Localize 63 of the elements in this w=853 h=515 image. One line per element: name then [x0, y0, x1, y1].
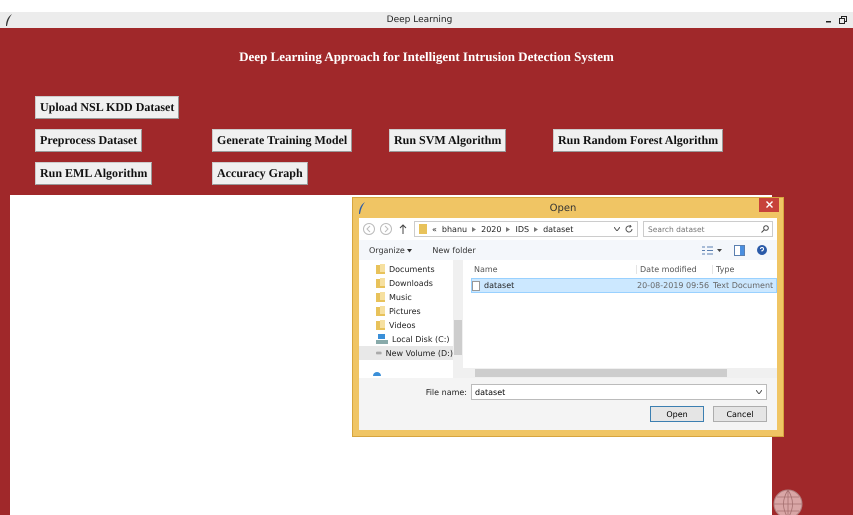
folder-icon: [376, 264, 385, 274]
action-button[interactable]: Run SVM Algorithm: [389, 129, 506, 152]
preview-pane-icon[interactable]: [734, 244, 745, 256]
folder-icon: [376, 320, 385, 330]
address-bar[interactable]: « bhanu 2020 IDS dataset: [414, 221, 638, 237]
column-header[interactable]: Name: [471, 264, 636, 274]
toolbar-button[interactable]: Organize: [369, 246, 412, 254]
file-name-field[interactable]: dataset: [471, 384, 767, 400]
sidebar-item[interactable]: New Volume (D:): [359, 346, 453, 360]
dropdown-icon[interactable]: [614, 227, 620, 231]
action-button[interactable]: Upload NSL KDD Dataset: [35, 96, 180, 119]
sidebar-item[interactable]: Downloads: [359, 276, 453, 290]
folder-icon: [376, 306, 385, 316]
up-arrow-icon[interactable]: [397, 223, 409, 235]
app-heading: Deep Learning Approach for Intelligent Intrusion Detection System: [238, 48, 615, 66]
sidebar-item[interactable]: Pictures: [359, 304, 453, 318]
restore-icon[interactable]: [839, 16, 847, 24]
globe-icon: [773, 489, 803, 515]
caret-icon: [407, 248, 412, 252]
breadcrumb-item[interactable]: IDS: [515, 224, 530, 234]
action-button[interactable]: Run Random Forest Algorithm: [553, 129, 724, 152]
feather-icon: [4, 14, 14, 26]
dropdown-icon[interactable]: [756, 390, 762, 394]
horizontal-scrollbar[interactable]: [463, 368, 777, 378]
chevron-icon: [472, 226, 476, 232]
file-row[interactable]: dataset 20-08-2019 09:56 Text Document: [471, 278, 777, 293]
search-icon: [761, 225, 769, 233]
dialog-title: Open: [548, 202, 578, 214]
view-options-icon[interactable]: [702, 246, 722, 254]
chevron-icon: [534, 226, 538, 232]
window-title: Deep Learning: [386, 15, 454, 25]
file-name-label: File name:: [426, 388, 467, 396]
toolbar-button[interactable]: New folder: [432, 246, 476, 254]
column-header[interactable]: Type: [712, 264, 777, 274]
chevron-icon: [506, 226, 510, 232]
vertical-scrollbar[interactable]: [453, 260, 463, 378]
action-button[interactable]: Generate Training Model: [212, 129, 352, 152]
breadcrumb-item[interactable]: 2020: [481, 224, 502, 234]
close-button[interactable]: [759, 198, 779, 212]
close-icon: [766, 201, 772, 208]
dialog-button[interactable]: Cancel: [713, 406, 767, 422]
sidebar-item[interactable]: Music: [359, 290, 453, 304]
dialog-button[interactable]: Open: [650, 406, 704, 422]
action-button[interactable]: Preprocess Dataset: [35, 129, 142, 152]
disk-icon: [376, 334, 388, 344]
refresh-icon[interactable]: [625, 225, 633, 233]
breadcrumb-item[interactable]: «: [432, 224, 437, 234]
feather-icon: [357, 202, 367, 214]
action-button[interactable]: Run EML Algorithm: [35, 162, 152, 185]
action-button[interactable]: Accuracy Graph: [212, 162, 308, 185]
network-icon: [373, 370, 383, 376]
column-header[interactable]: Date modified: [636, 264, 712, 274]
drive-icon: [376, 350, 382, 356]
document-icon: [472, 280, 480, 290]
sidebar-item[interactable]: Videos: [359, 318, 453, 332]
sidebar-item[interactable]: Local Disk (C:): [359, 332, 453, 346]
sidebar-item[interactable]: Documents: [359, 262, 453, 276]
folder-icon: [419, 224, 427, 234]
breadcrumb-item[interactable]: bhanu: [442, 224, 468, 234]
help-icon[interactable]: [757, 245, 767, 255]
folder-icon: [376, 278, 385, 288]
breadcrumb-item[interactable]: dataset: [543, 224, 574, 234]
folder-icon: [376, 292, 385, 302]
